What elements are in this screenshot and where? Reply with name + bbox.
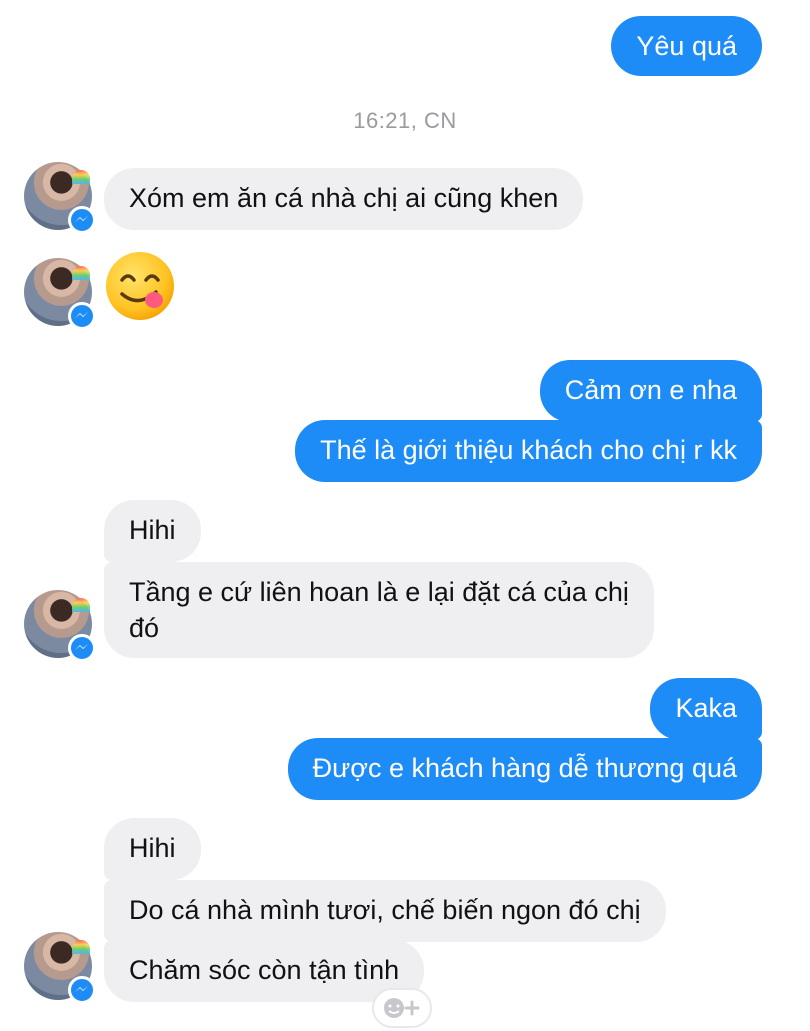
message-timestamp: 16:21, CN: [353, 108, 457, 133]
message-bubble-incoming[interactable]: Hihi: [104, 818, 201, 880]
message-text-line: đó: [129, 613, 160, 643]
message-text: Chăm sóc còn tận tình: [129, 955, 400, 985]
messenger-badge-icon: [68, 634, 96, 662]
add-reaction-button[interactable]: [372, 988, 432, 1028]
messenger-badge-icon: [68, 206, 96, 234]
messenger-badge-icon: [68, 302, 96, 330]
message-text: Hihi: [129, 833, 176, 863]
message-bubble-incoming[interactable]: Tầng e cứ liên hoan là e lại đặt cá của …: [104, 562, 654, 658]
contact-avatar[interactable]: [24, 258, 96, 330]
message-text: Hihi: [129, 515, 176, 545]
message-text: Được e khách hàng dễ thương quá: [312, 753, 737, 783]
rainbow-decoration: [72, 170, 90, 184]
message-text: Yêu quá: [636, 31, 737, 61]
message-text: Xóm em ăn cá nhà chị ai cũng khen: [129, 183, 559, 213]
rainbow-decoration: [72, 598, 90, 612]
message-bubble-incoming[interactable]: Hihi: [104, 500, 201, 562]
add-reaction-icon: [384, 998, 420, 1018]
message-text: Do cá nhà mình tươi, chế biến ngon đó ch…: [129, 895, 641, 925]
message-text-line: Tầng e cứ liên hoan là e lại đặt cá của …: [129, 577, 629, 607]
rainbow-decoration: [72, 940, 90, 954]
message-bubble-incoming[interactable]: Xóm em ăn cá nhà chị ai cũng khen: [104, 168, 584, 230]
message-bubble-incoming[interactable]: Do cá nhà mình tươi, chế biến ngon đó ch…: [104, 880, 666, 942]
message-bubble-outgoing[interactable]: Được e khách hàng dễ thương quá: [287, 738, 762, 800]
contact-avatar[interactable]: [24, 590, 96, 662]
contact-avatar[interactable]: [24, 932, 96, 1004]
message-bubble-outgoing[interactable]: Thế là giới thiệu khách cho chị r kk: [295, 420, 762, 482]
message-bubble-outgoing[interactable]: Cảm ơn e nha: [539, 360, 762, 422]
messenger-badge-icon: [68, 976, 96, 1004]
contact-avatar[interactable]: [24, 162, 96, 234]
face-savoring-food-icon[interactable]: [104, 250, 176, 322]
message-text: Thế là giới thiệu khách cho chị r kk: [320, 435, 737, 465]
rainbow-decoration: [72, 266, 90, 280]
message-text: Cảm ơn e nha: [564, 375, 737, 405]
message-bubble-outgoing[interactable]: Kaka: [650, 678, 762, 740]
message-bubble-outgoing[interactable]: Yêu quá: [611, 16, 762, 76]
message-text: Kaka: [675, 693, 737, 723]
